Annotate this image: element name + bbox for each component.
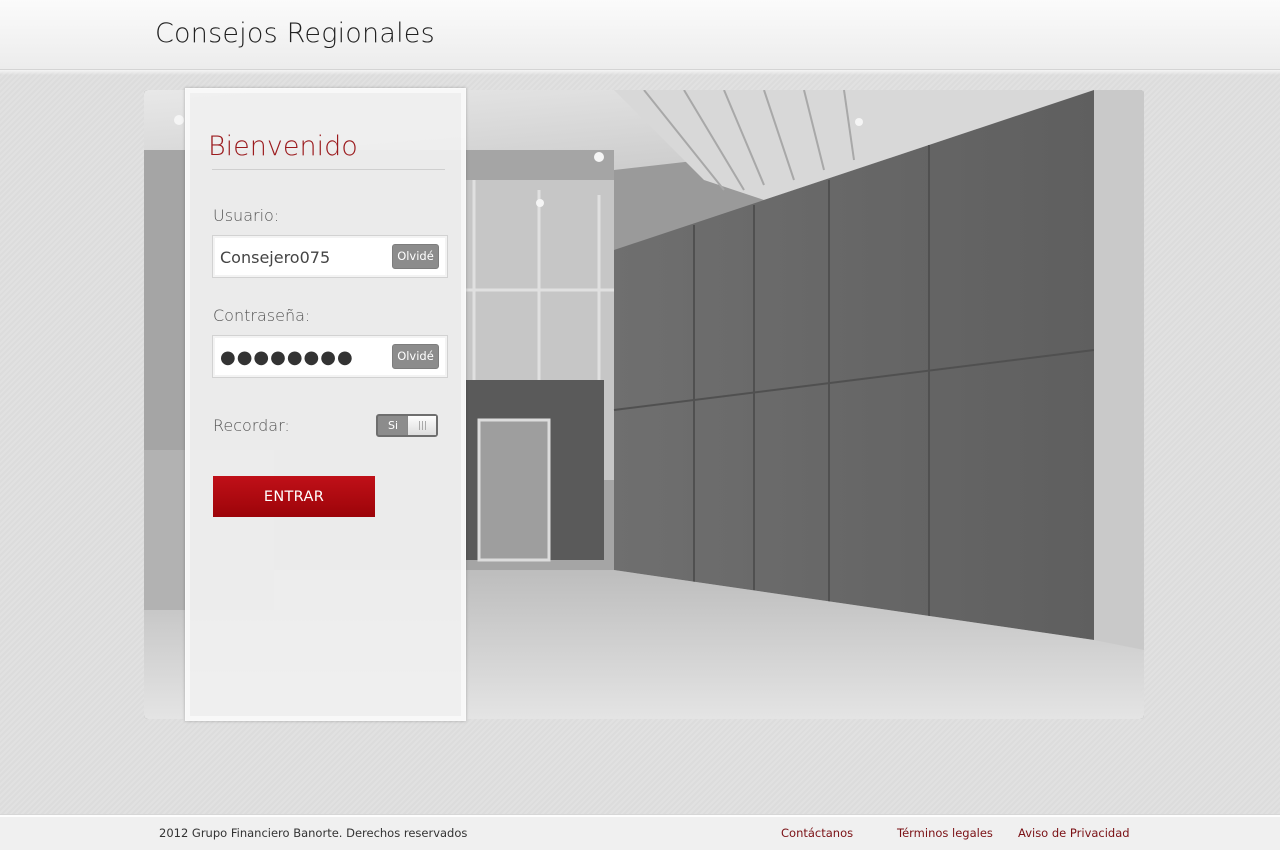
password-input[interactable] — [220, 345, 380, 369]
forgot-password-button[interactable]: Olvidé — [392, 344, 439, 369]
toggle-knob — [407, 416, 436, 435]
remember-toggle[interactable]: Si — [376, 414, 438, 437]
footer-link-legal-terms[interactable]: Términos legales — [897, 826, 993, 840]
username-label: Usuario: — [213, 206, 280, 225]
heading-divider — [212, 169, 445, 170]
remember-label: Recordar: — [213, 416, 290, 435]
welcome-heading: Bienvenido — [208, 131, 358, 162]
copyright-text: 2012 Grupo Financiero Banorte. Derechos … — [159, 826, 468, 840]
footer-link-privacy[interactable]: Aviso de Privacidad — [1018, 826, 1130, 840]
footer: 2012 Grupo Financiero Banorte. Derechos … — [0, 815, 1280, 850]
app-title: Consejos Regionales — [155, 18, 435, 49]
login-panel: Bienvenido Usuario: Olvidé Contraseña: O… — [185, 88, 466, 721]
username-input[interactable] — [220, 245, 380, 269]
forgot-username-button[interactable]: Olvidé — [392, 244, 439, 269]
submit-button[interactable]: ENTRAR — [213, 476, 375, 517]
password-label: Contraseña: — [213, 306, 311, 325]
top-header: Consejos Regionales — [0, 0, 1280, 75]
username-field: Olvidé — [212, 235, 448, 278]
remember-toggle-label: Si — [387, 419, 399, 432]
footer-link-contact[interactable]: Contáctanos — [781, 826, 853, 840]
password-field: Olvidé — [212, 335, 448, 378]
